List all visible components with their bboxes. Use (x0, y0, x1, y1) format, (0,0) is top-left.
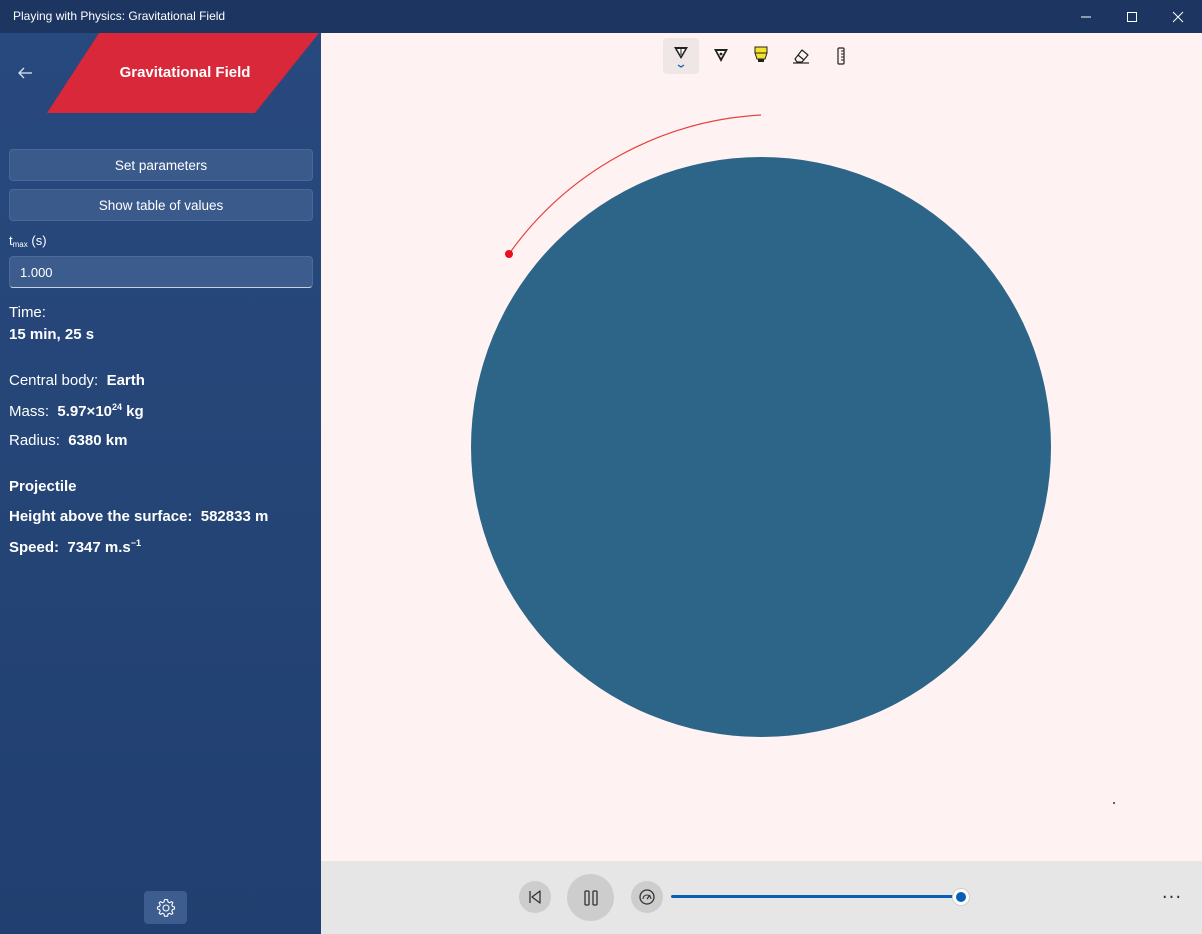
projectile-dot (505, 250, 513, 258)
back-button[interactable] (12, 62, 38, 84)
mass-value-exp: 24 (112, 402, 123, 412)
minimize-button[interactable] (1063, 0, 1109, 33)
ballpoint-pen-tool[interactable] (663, 38, 699, 74)
speed-value-exp: −1 (130, 538, 142, 548)
highlighter-icon (754, 46, 768, 62)
stray-dot (1113, 802, 1115, 804)
mass-row: Mass: 5.97×1024 kg (9, 402, 144, 420)
eraser-tool[interactable] (783, 38, 819, 74)
height-label: Height above the surface: (9, 508, 193, 525)
simulation-scene (471, 114, 1115, 804)
gear-icon (156, 898, 175, 917)
tmax-label-sub: max (12, 240, 28, 249)
settings-button[interactable] (144, 891, 187, 924)
mass-value: 5.97×1024 kg (57, 402, 144, 420)
ruler-icon (837, 47, 845, 65)
ballpoint-pen-icon (674, 47, 688, 68)
more-options-button[interactable]: ··· (1157, 883, 1187, 911)
tmax-input[interactable]: 1.000 (9, 256, 313, 288)
mass-value-base: 5.97×10 (57, 403, 112, 420)
banner-title: Gravitational Field (119, 64, 251, 81)
tmax-label-unit: (s) (27, 233, 47, 248)
highlighter-tool[interactable] (743, 38, 779, 74)
projectile-heading: Projectile (9, 478, 77, 495)
time-value: 15 min, 25 s (9, 326, 95, 343)
time-label: Time: (9, 304, 46, 321)
speed-row: Speed: 7347 m.s−1 (9, 538, 141, 556)
sidebar: Gravitational Field Set parameters Show … (0, 33, 321, 934)
restart-button[interactable] (519, 881, 551, 913)
title-bar: Playing with Physics: Gravitational Fiel… (0, 0, 1202, 33)
speed-slider-thumb[interactable] (952, 888, 970, 906)
app-banner: Gravitational Field (47, 33, 319, 113)
speedometer-icon (639, 889, 655, 905)
close-icon (1172, 11, 1184, 22)
skip-back-icon (529, 890, 541, 904)
playback-bar: ··· (321, 861, 1202, 934)
central-body-label: Central body: (9, 372, 99, 389)
speed-value: 7347 m.s−1 (67, 538, 142, 556)
arrow-left-icon (18, 67, 32, 79)
pencil-tool[interactable] (703, 38, 739, 74)
pause-icon (583, 889, 598, 906)
mass-value-unit: kg (122, 403, 144, 420)
height-value: 582833 m (200, 508, 269, 525)
tmax-label: tmax (s) (9, 233, 47, 249)
close-button[interactable] (1155, 0, 1201, 33)
maximize-button[interactable] (1109, 0, 1155, 33)
pause-button[interactable] (567, 874, 614, 921)
window-title: Playing with Physics: Gravitational Fiel… (13, 9, 226, 23)
simulation-canvas[interactable] (321, 33, 1202, 861)
ruler-tool[interactable] (823, 38, 859, 74)
central-body-value: Earth (106, 372, 145, 389)
speed-label: Speed: (9, 539, 60, 556)
pencil-icon (714, 49, 728, 62)
speed-slider-track[interactable] (671, 895, 962, 898)
central-body-row: Central body: Earth (9, 372, 145, 389)
minimize-icon (1081, 16, 1091, 17)
radius-label: Radius: (9, 432, 60, 449)
slider-thumb-dot (956, 892, 966, 902)
radius-value: 6380 km (68, 432, 128, 449)
eraser-icon (793, 49, 809, 64)
show-table-button[interactable]: Show table of values (9, 189, 313, 221)
height-row: Height above the surface: 582833 m (9, 508, 268, 525)
set-parameters-button[interactable]: Set parameters (9, 149, 313, 181)
mass-label: Mass: (9, 403, 50, 420)
speed-button[interactable] (631, 881, 663, 913)
radius-row: Radius: 6380 km (9, 432, 127, 449)
central-body-planet (471, 157, 1051, 737)
speed-value-base: 7347 m.s (67, 539, 131, 556)
ink-toolbar (663, 38, 863, 74)
maximize-icon (1127, 11, 1137, 22)
